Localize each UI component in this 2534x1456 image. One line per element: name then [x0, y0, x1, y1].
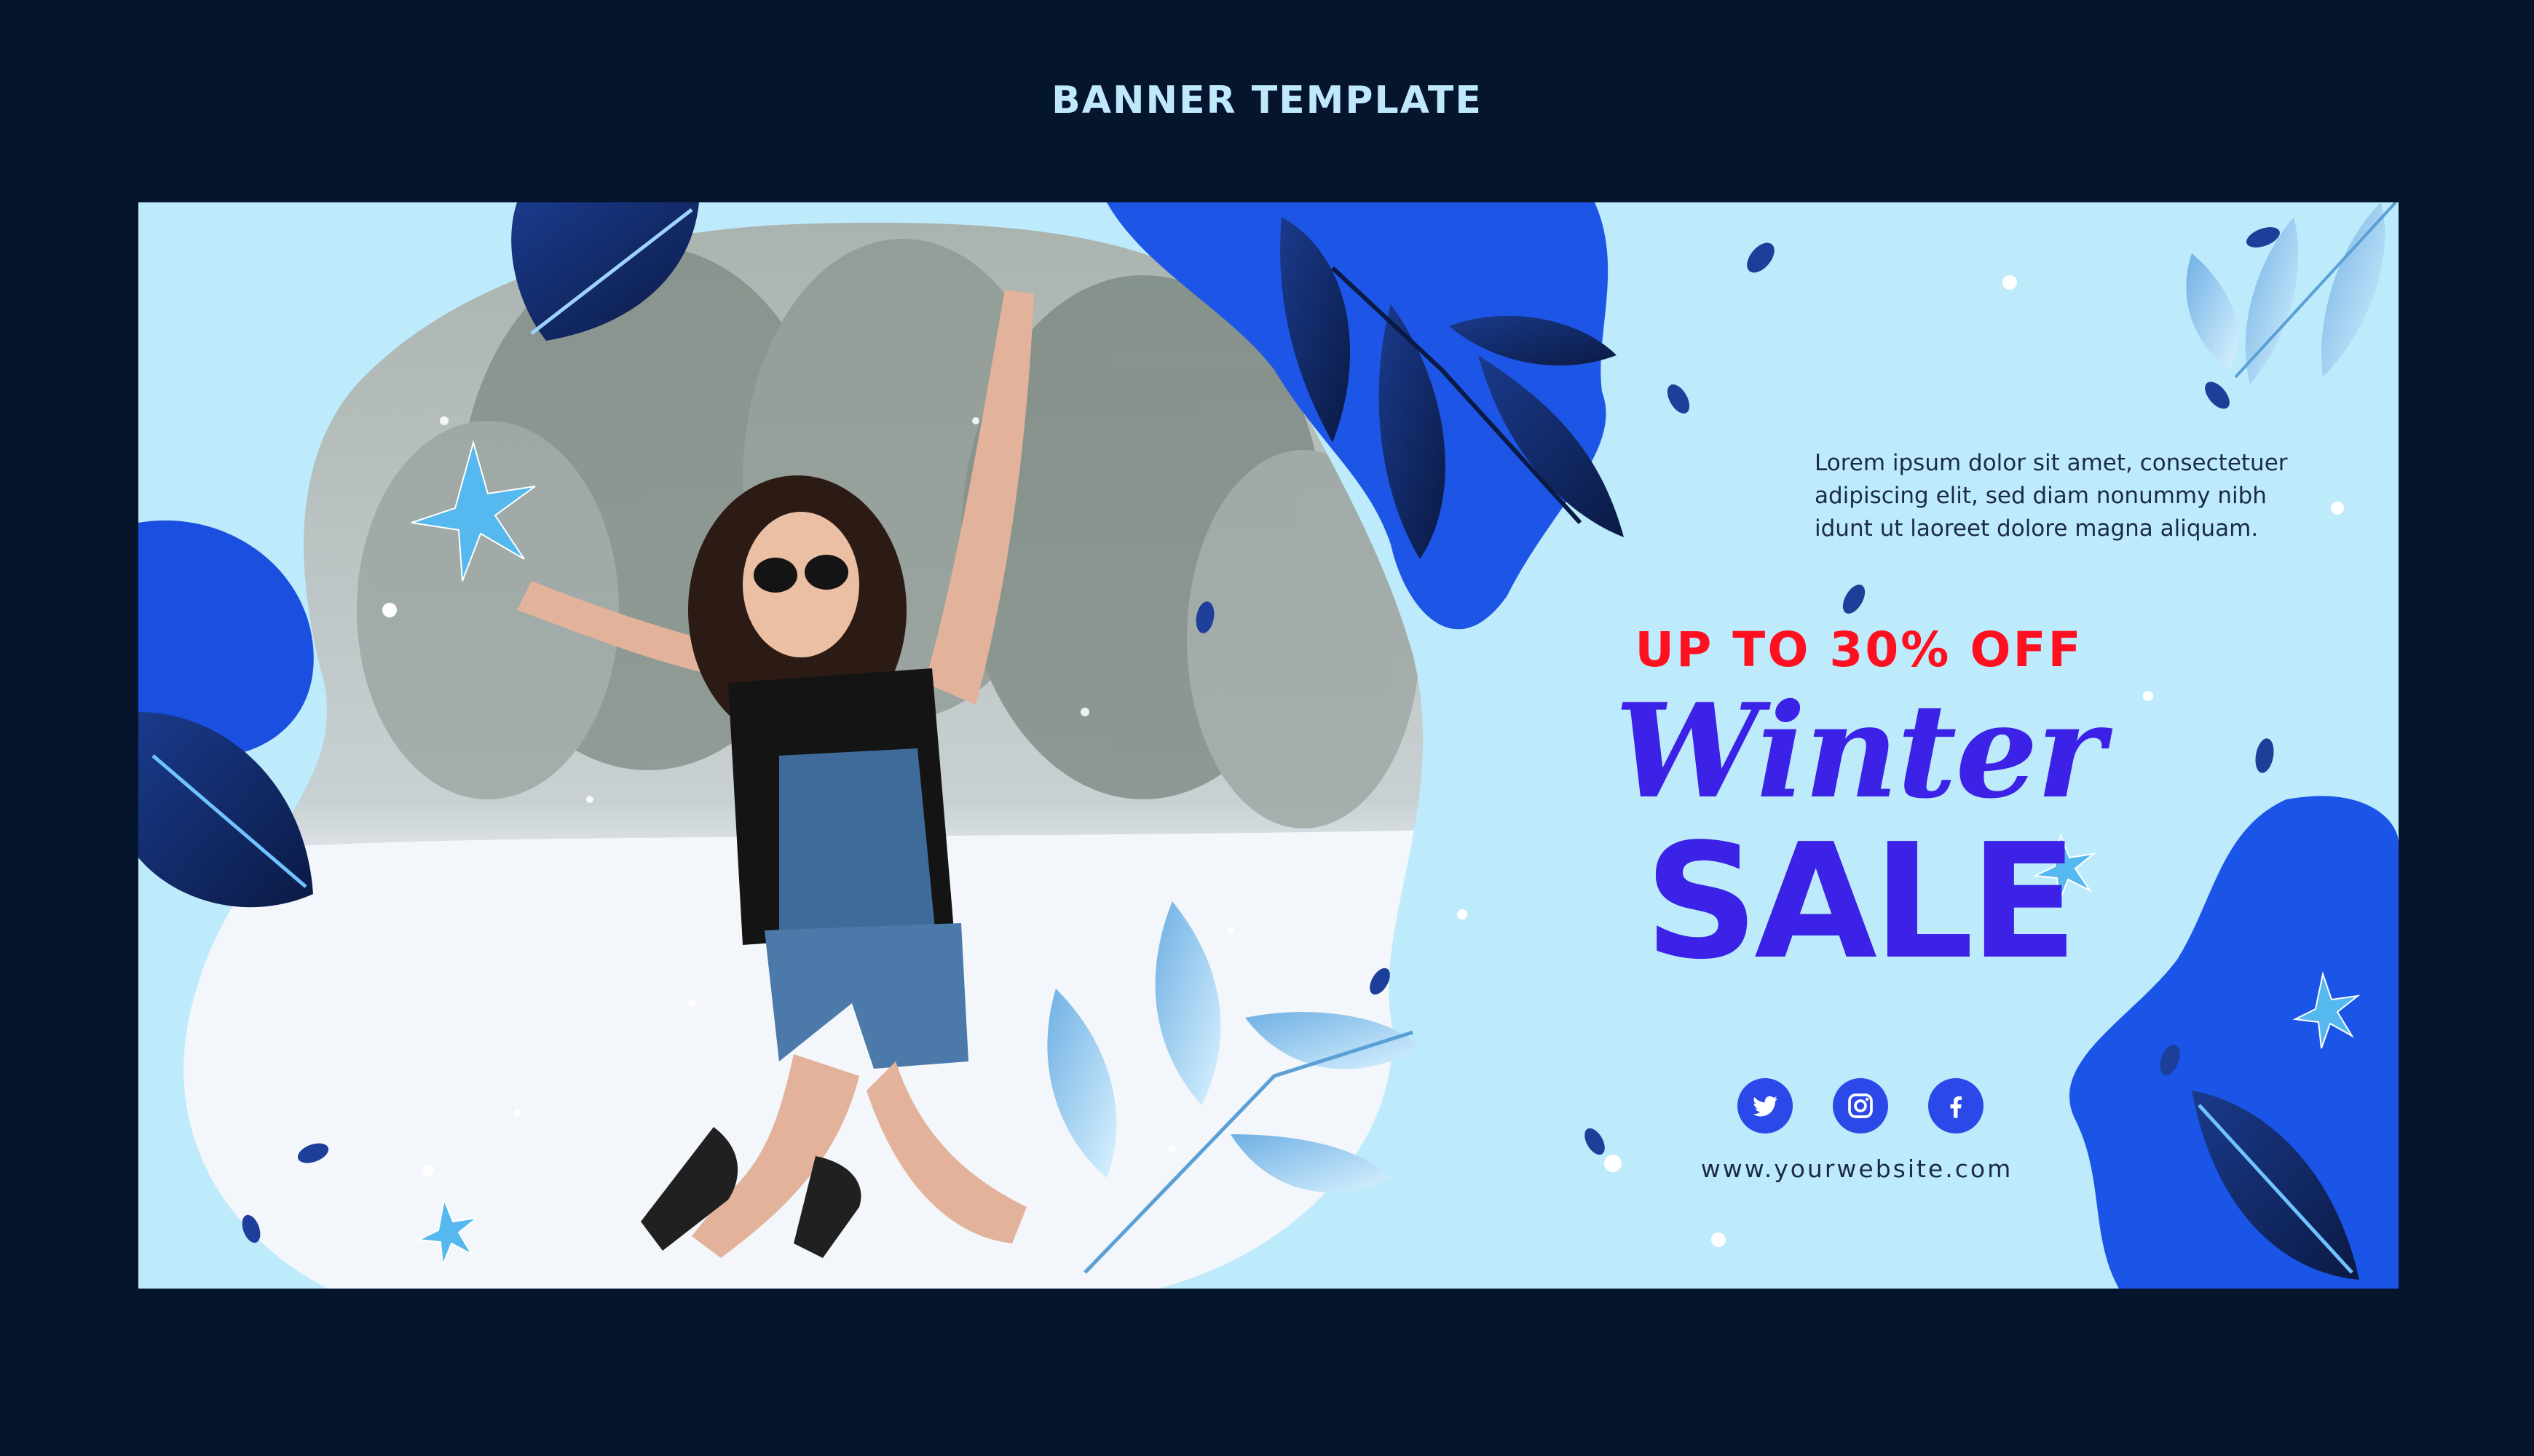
page-title: BANNER TEMPLATE — [1051, 79, 1483, 122]
discount-label: UP TO 30% OFF — [1635, 622, 2083, 678]
leaf-left-dark — [138, 712, 313, 908]
description-line: idunt ut laoreet dolore magna aliquam. — [1815, 515, 2259, 542]
twitter-icon — [1753, 1096, 1777, 1117]
instagram-button[interactable] — [1833, 1078, 1888, 1133]
website-link[interactable]: www.yourwebsite.com — [1595, 1155, 2119, 1183]
description-text: Lorem ipsum dolor sit amet, consectetuer… — [1815, 447, 2368, 545]
facebook-button[interactable] — [1928, 1078, 1984, 1133]
social-links — [1664, 1078, 2057, 1136]
banner: Lorem ipsum dolor sit amet, consectetuer… — [138, 202, 2399, 1289]
leaf-top-right-light — [2186, 202, 2397, 384]
headline-sale: SALE — [1644, 810, 2078, 994]
instagram-icon — [1848, 1093, 1873, 1118]
description-line: Lorem ipsum dolor sit amet, consectetuer — [1815, 450, 2288, 476]
description-line: adipiscing elit, sed diam nonummy nibh — [1815, 483, 2267, 509]
twitter-button[interactable] — [1737, 1078, 1793, 1133]
headline-winter: Winter — [1614, 675, 2104, 827]
facebook-icon — [1950, 1096, 1962, 1118]
